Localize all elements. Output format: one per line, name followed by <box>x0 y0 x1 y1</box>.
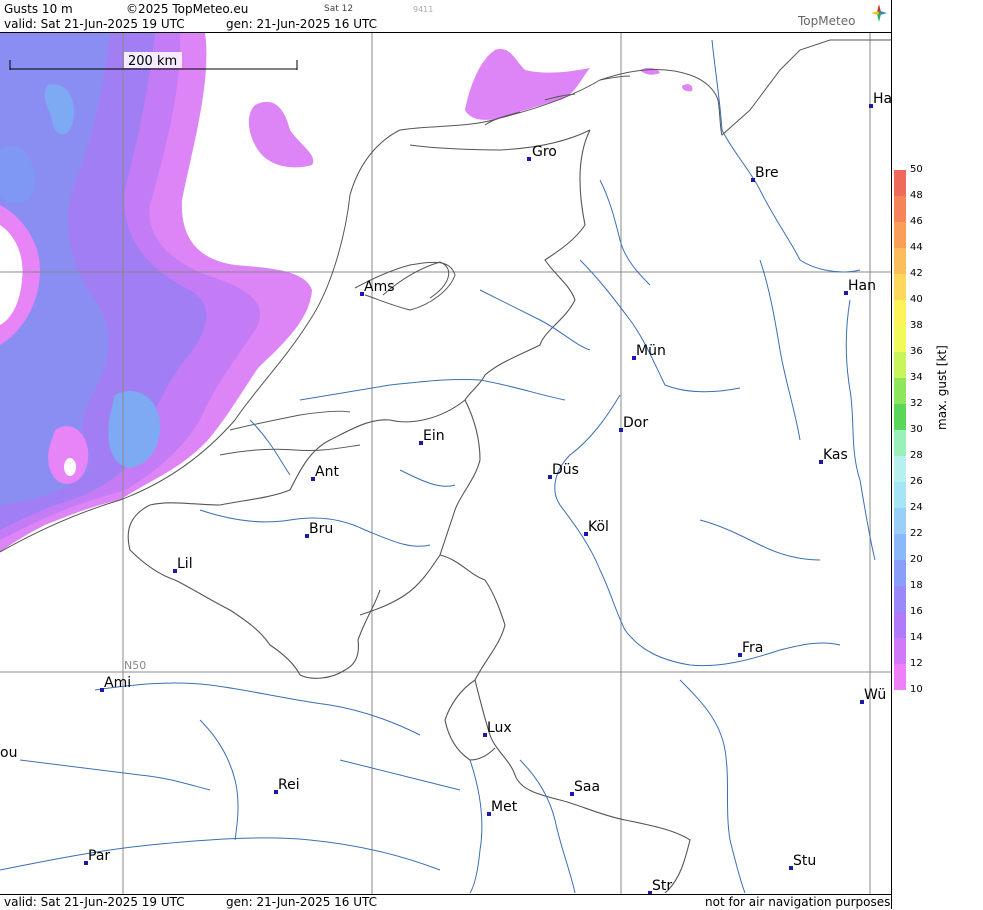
legend-tick-label: 30 <box>910 424 923 435</box>
scale-label: 200 km <box>128 54 177 69</box>
city-label: Saa <box>574 779 600 795</box>
legend-color-band <box>894 300 906 326</box>
footer-disclaimer: not for air navigation purposes <box>705 895 891 909</box>
footer-valid-time: valid: Sat 21-Jun-2025 19 UTC <box>4 895 185 909</box>
legend-color-band <box>894 560 906 586</box>
sat-code: Sat 12 <box>324 4 354 14</box>
city-label: ou <box>0 745 17 761</box>
generated-time: gen: 21-Jun-2025 16 UTC <box>226 17 378 31</box>
legend-color-band <box>894 248 906 274</box>
gust-shading <box>0 33 693 552</box>
city-label: Mün <box>636 343 666 359</box>
city-label: Bru <box>309 521 333 537</box>
map-area[interactable]: 200 km N50 Gro Ha Bre Ams Han Mün Dor Ei… <box>0 33 892 894</box>
legend-tick-label: 38 <box>910 320 923 331</box>
city-label: Met <box>491 799 518 815</box>
city-marker <box>527 157 531 161</box>
legend-color-band <box>894 456 906 482</box>
city-label: Ha <box>873 91 892 107</box>
header-bar: Gusts 10 m ©2025 TopMeteo.eu Sat 12 9411… <box>0 0 892 33</box>
city-label: Köl <box>588 519 609 535</box>
city-label: Düs <box>552 462 579 478</box>
legend-tick-label: 36 <box>910 346 923 357</box>
latitude-label: N50 <box>124 659 146 672</box>
legend-color-band <box>894 508 906 534</box>
city-label: Ami <box>104 675 131 691</box>
legend-tick-label: 26 <box>910 476 923 487</box>
country-borders <box>127 129 691 894</box>
city-label: Ant <box>315 464 339 480</box>
legend-tick-label: 16 <box>910 606 923 617</box>
legend-color-band <box>894 274 906 300</box>
city-label: Stu <box>793 853 816 869</box>
city-label: Lux <box>487 720 512 736</box>
legend-color-band <box>894 586 906 612</box>
city-label: Han <box>848 278 876 294</box>
run-code: 9411 <box>413 5 434 14</box>
city-label: Rei <box>278 777 300 793</box>
legend-color-band <box>894 170 906 196</box>
legend-tick-label: 50 <box>910 164 923 175</box>
legend-tick-label: 42 <box>910 268 923 279</box>
city-label: Gro <box>532 144 557 160</box>
legend-title: max. gust [kt] <box>935 345 949 430</box>
legend-color-band <box>894 404 906 430</box>
legend-color-band <box>894 534 906 560</box>
city-label: Par <box>88 848 110 864</box>
footer-bar: valid: Sat 21-Jun-2025 19 UTC gen: 21-Ju… <box>0 894 892 910</box>
legend-color-band <box>894 430 906 456</box>
legend-tick-label: 14 <box>910 632 923 643</box>
legend-tick-label: 40 <box>910 294 923 305</box>
legend-color-band <box>894 638 906 664</box>
compass-logo-icon <box>871 4 887 22</box>
legend-tick-label: 24 <box>910 502 923 513</box>
legend-color-band <box>894 378 906 404</box>
legend-tick-label: 12 <box>910 658 923 669</box>
city-label: Wü <box>864 687 886 703</box>
legend-tick-label: 32 <box>910 398 923 409</box>
city-label: Kas <box>823 447 848 463</box>
city-label: Ams <box>364 279 395 295</box>
legend-color-band <box>894 196 906 222</box>
legend-tick-label: 34 <box>910 372 923 383</box>
city-label: Bre <box>755 165 779 181</box>
legend-color-band <box>894 352 906 378</box>
topmeteo-logo: TopMeteo <box>798 14 856 28</box>
legend-color-band <box>894 222 906 248</box>
legend-tick-label: 10 <box>910 684 923 695</box>
map-canvas: 200 km N50 Gro Ha Bre Ams Han Mün Dor Ei… <box>0 33 892 894</box>
city-label: Lil <box>177 556 193 572</box>
city-label: Str <box>652 878 672 894</box>
product-title: Gusts 10 m <box>4 2 73 16</box>
legend-tick-label: 48 <box>910 190 923 201</box>
legend-color-band <box>894 612 906 638</box>
legend-tick-label: 22 <box>910 528 923 539</box>
legend-tick-label: 18 <box>910 580 923 591</box>
legend-tick-label: 20 <box>910 554 923 565</box>
legend-color-band <box>894 664 906 690</box>
city-label: Ein <box>423 428 445 444</box>
legend-tick-label: 28 <box>910 450 923 461</box>
legend-tick-label: 44 <box>910 242 923 253</box>
copyright-text: ©2025 TopMeteo.eu <box>126 2 249 16</box>
legend-color-band <box>894 326 906 352</box>
city-label: Fra <box>742 640 763 656</box>
footer-generated-time: gen: 21-Jun-2025 16 UTC <box>226 895 378 909</box>
valid-time: valid: Sat 21-Jun-2025 19 UTC <box>4 17 185 31</box>
frame-divider <box>891 0 892 909</box>
city-label: Dor <box>623 415 648 431</box>
legend-tick-label: 46 <box>910 216 923 227</box>
legend-color-band <box>894 482 906 508</box>
